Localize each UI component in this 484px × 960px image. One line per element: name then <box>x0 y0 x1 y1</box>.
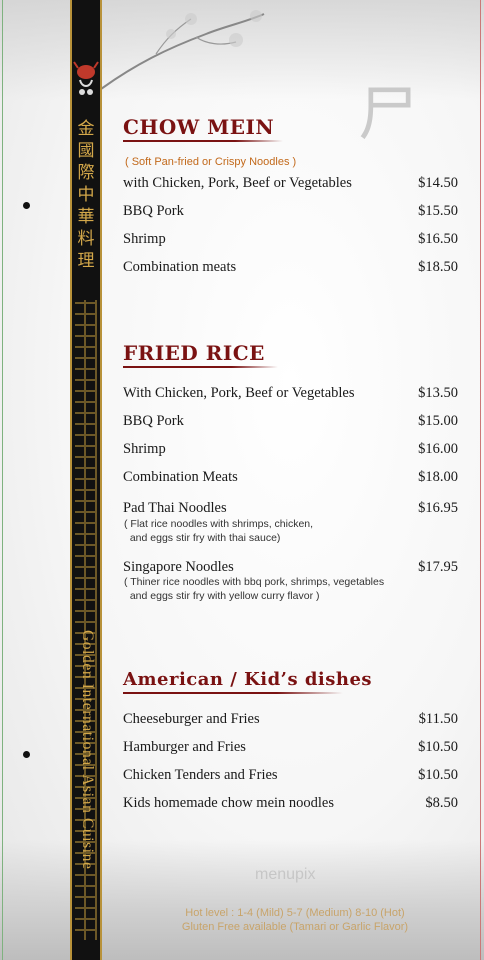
title-underline <box>123 692 343 694</box>
restaurant-name-vertical: Golden International Asian Cuisine <box>74 630 98 930</box>
gluten-free-note: Gluten Free available (Tamari or Garlic … <box>181 921 409 933</box>
item-name: Chicken Tenders and Fries <box>123 767 278 783</box>
item-name: Pad Thai Noodles <box>123 500 227 516</box>
item-name: Cheeseburger and Fries <box>123 711 260 727</box>
item-price: $15.00 <box>418 413 458 429</box>
item-price: $13.50 <box>418 385 458 401</box>
binder-hole-bottom <box>23 751 30 758</box>
section-title-chow-mein: CHOW MEIN <box>123 115 275 139</box>
item-price: $14.50 <box>418 175 458 191</box>
item-name: Hamburger and Fries <box>123 739 246 755</box>
item-price: $10.50 <box>418 739 458 755</box>
item-name: Shrimp <box>123 231 166 247</box>
item-name: With Chicken, Pork, Beef or Vegetables <box>123 385 355 401</box>
item-price: $18.50 <box>418 259 458 275</box>
item-name: BBQ Pork <box>123 413 184 429</box>
right-border <box>480 0 481 960</box>
left-border <box>2 0 3 960</box>
binder-hole-top <box>23 202 30 209</box>
tree-branch-illustration <box>100 10 265 90</box>
item-price: $16.95 <box>418 500 458 516</box>
watermark: menupix <box>255 866 316 883</box>
lobster-logo-icon <box>73 61 99 95</box>
item-name: BBQ Pork <box>123 203 184 219</box>
item-price: $10.50 <box>418 767 458 783</box>
item-name: Kids homemade chow mein noodles <box>123 795 335 811</box>
item-price: $15.50 <box>418 203 458 219</box>
calligraphy-decoration: ⼫ <box>358 80 418 150</box>
item-name: Singapore Noodles <box>123 559 234 575</box>
item-price: $8.50 <box>425 795 458 811</box>
item-name: with Chicken, Pork, Beef or Vegetables <box>123 175 352 191</box>
item-description: ( Flat rice noodles with shrimps, chicke… <box>124 518 314 544</box>
chinese-restaurant-name: 金國際中華料理 <box>77 119 95 271</box>
restaurant-name-text: Golden International Asian Cuisine <box>79 630 96 870</box>
item-price: $16.00 <box>418 441 458 457</box>
section-note: ( Soft Pan-fried or Crispy Noodles ) <box>125 156 297 168</box>
item-name: Combination meats <box>123 259 237 275</box>
item-description: ( Thiner rice noodles with bbq pork, shr… <box>124 576 385 602</box>
item-price: $16.50 <box>418 231 458 247</box>
title-underline <box>123 366 278 368</box>
menu-page: ⼫ 金國際中華料理 Golden International Asian Cui… <box>0 0 484 960</box>
item-price: $18.00 <box>418 469 458 485</box>
item-name: Shrimp <box>123 441 166 457</box>
item-price: $11.50 <box>418 711 458 727</box>
item-name: Combination Meats <box>123 469 238 485</box>
section-title-american: American / Kid’s dishes <box>123 669 373 690</box>
title-underline <box>123 140 283 142</box>
section-title-fried-rice: FRIED RICE <box>123 341 265 365</box>
item-price: $17.95 <box>418 559 458 575</box>
hot-level-note: Hot level : 1-4 (Mild) 5-7 (Medium) 8-10… <box>185 907 405 919</box>
